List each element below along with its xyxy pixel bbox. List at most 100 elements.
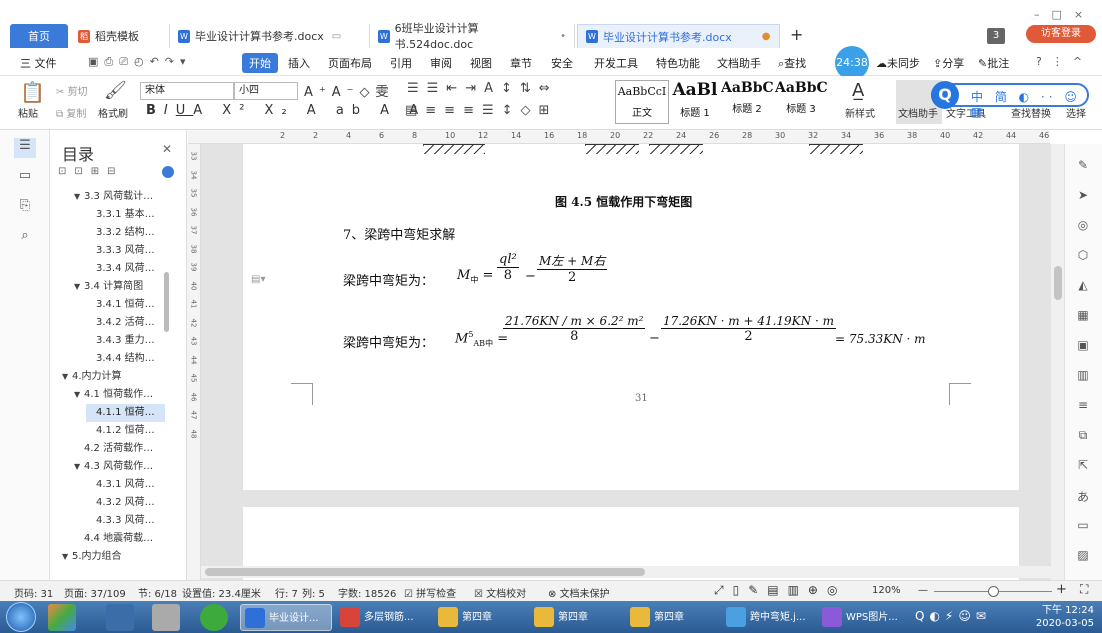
outline-item[interactable]: ▼ 4.内力计算	[62, 368, 165, 386]
close-icon[interactable]: •	[560, 31, 566, 42]
menu-shitu[interactable]: 视图	[470, 55, 492, 71]
menu-tese[interactable]: 特色功能	[656, 55, 700, 71]
outline-item[interactable]: 3.3.3 风荷…	[86, 242, 165, 260]
horizontal-scroll-thumb[interactable]	[205, 568, 645, 576]
status-words[interactable]: 字数: 18526	[338, 585, 396, 600]
file-menu[interactable]: 三 文件	[20, 55, 57, 71]
outline-toggle-icon[interactable]	[162, 166, 174, 178]
help-more-icons[interactable]: ?⋮^	[1036, 55, 1092, 68]
find-icon[interactable]: ⌕	[17, 228, 33, 244]
font-size-select[interactable]: 小四	[234, 82, 298, 100]
menu-kaifa[interactable]: 开发工具	[594, 55, 638, 71]
system-tray[interactable]: 下午 12:24 2020-03-05	[1036, 604, 1094, 630]
horizontal-ruler[interactable]: 2 2 4 6 8 10 12 14 16 18 20 22 24 26 28 30 32 34 36 38 40 42 4…	[188, 130, 1050, 144]
taskbar-item[interactable]: 毕业设计...	[240, 604, 332, 631]
shape-icon[interactable]: ⬡	[1075, 248, 1091, 264]
search-menu[interactable]: ⌕查找	[778, 55, 806, 71]
layers-icon[interactable]: ⧉	[1075, 428, 1091, 444]
outline-scrollbar[interactable]	[164, 272, 169, 332]
view-mode-icons[interactable]: ⤢▯✎▤▥⊕◎	[714, 583, 846, 598]
tab-doc-3-active[interactable]: W 毕业设计计算书参考.docx ●	[577, 24, 780, 48]
tab-doc-1[interactable]: W 毕业设计计算书参考.docx ▭	[170, 24, 370, 48]
export-icon[interactable]: ⇱	[1075, 458, 1091, 474]
vertical-scroll-thumb[interactable]	[1054, 266, 1062, 300]
quick-access-icons[interactable]: ▣⎙⎚◴↶↷▾	[88, 55, 192, 69]
outline-item[interactable]: 4.3.2 风荷…	[86, 494, 165, 512]
outline-item[interactable]: 4.1.1 恒荷…	[86, 404, 165, 422]
comment-menu[interactable]: ✎批注	[978, 55, 1009, 71]
outline-item[interactable]: ▼ 4.3 风荷载作…	[74, 458, 165, 476]
outline-item[interactable]: 4.3.3 风荷…	[86, 512, 165, 530]
expand-chevron-icon[interactable]: ▼	[74, 188, 84, 206]
close-icon[interactable]: ✕	[162, 142, 172, 156]
outline-item[interactable]: 3.3.4 风荷…	[86, 260, 165, 278]
calculator-pin-icon[interactable]	[152, 604, 180, 631]
explorer-pin-icon[interactable]	[106, 604, 134, 631]
cursor-icon[interactable]: ➤	[1075, 188, 1091, 204]
tray-icons[interactable]: Q◐⚡☺✉	[915, 609, 991, 623]
style-heading-3[interactable]: AaBbC 标题 3	[775, 80, 827, 124]
login-button[interactable]: 访客登录	[1026, 25, 1096, 43]
taskbar-item[interactable]: 第四章	[530, 604, 622, 631]
vertical-ruler[interactable]: 33 34 35 36 37 38 39 40 41 42 43 44 45 46 47 48	[187, 144, 201, 580]
document-area[interactable]: 图 4.5 恒载作用下弯矩图 7、梁跨中弯矩求解 梁跨中弯矩为： M中 = ql…	[201, 144, 1051, 580]
menu-yinyong[interactable]: 引用	[390, 55, 412, 71]
image-icon[interactable]: ▨	[1075, 548, 1091, 564]
share-menu[interactable]: ⇪分享	[933, 55, 964, 71]
zoom-in-icon[interactable]: +	[1056, 582, 1067, 597]
outline-item[interactable]: 3.4.4 结构…	[86, 350, 165, 368]
translate-icon[interactable]: あ	[1075, 488, 1091, 504]
new-tab-plus-icon[interactable]: +	[790, 25, 803, 44]
expand-chevron-icon[interactable]: ▼	[62, 548, 72, 566]
zoom-level[interactable]: 120%	[872, 585, 901, 596]
font-name-select[interactable]: 宋体	[140, 82, 234, 100]
style-normal[interactable]: AaBbCcI 正文	[615, 80, 669, 124]
menu-kaishi[interactable]: 开始	[242, 53, 278, 73]
expand-chevron-icon[interactable]: ▼	[74, 278, 84, 296]
grid-icon[interactable]: ▣	[1075, 338, 1091, 354]
zoom-out-icon[interactable]: —	[918, 585, 928, 596]
outline-item[interactable]: ▼ 5.内力组合	[62, 548, 165, 566]
new-style-icon[interactable]: A̲	[852, 80, 864, 101]
paste-icon[interactable]: 📋	[20, 80, 45, 104]
outline-item[interactable]: 3.4.1 恒荷…	[86, 296, 165, 314]
menu-zhangjie[interactable]: 章节	[510, 55, 532, 71]
copy-button[interactable]: ⧉ 复制	[56, 105, 86, 120]
close-icon[interactable]: ▭	[332, 31, 341, 42]
app-pin-icon[interactable]	[200, 604, 228, 631]
proofread-button[interactable]: ☒ 文档校对	[474, 585, 526, 600]
spell-check-button[interactable]: ☑ 拼写检查	[404, 585, 456, 600]
unsaved-dot-icon[interactable]: ●	[762, 31, 771, 42]
bookmark-icon[interactable]: ⎘	[17, 198, 33, 214]
taskbar-item[interactable]: 多层钢筋...	[336, 604, 428, 631]
outline-item[interactable]: 3.3.2 结构…	[86, 224, 165, 242]
start-button[interactable]	[6, 602, 36, 632]
outline-item[interactable]: 4.1.2 恒荷…	[86, 422, 165, 440]
font-format-icons[interactable]: BIUA X² X₂ A ab A A	[146, 103, 426, 118]
expand-chevron-icon[interactable]: ▼	[62, 368, 72, 386]
tab-home[interactable]: 首页	[10, 24, 68, 48]
box-icon[interactable]: ▭	[1075, 518, 1091, 534]
outline-item[interactable]: ▼ 4.1 恒荷载作…	[74, 386, 165, 404]
style-heading-1[interactable]: AaBl 标题 1	[670, 80, 720, 124]
style-heading-2[interactable]: AaBbC 标题 2	[721, 80, 773, 124]
chart-icon[interactable]: ▥	[1075, 368, 1091, 384]
menu-shenyue[interactable]: 审阅	[430, 55, 452, 71]
outline-tool-icons[interactable]: ⊡⊡⊞⊟	[58, 166, 124, 177]
cut-button[interactable]: ✂ 剪切	[56, 83, 88, 98]
sync-menu[interactable]: ☁未同步	[876, 55, 920, 71]
outline-item[interactable]: 4.2 活荷载作…	[74, 440, 165, 458]
outline-item[interactable]: ▼ 3.4 计算简图	[74, 278, 165, 296]
taskbar-item[interactable]: WPS图片...	[818, 604, 910, 631]
zoom-slider-knob[interactable]	[988, 586, 999, 597]
expand-chevron-icon[interactable]: ▼	[74, 458, 84, 476]
font-grow-shrink-icons[interactable]: A⁺A⁻◇雯	[304, 81, 395, 100]
new-style-button[interactable]: 新样式	[845, 105, 875, 120]
format-painter-icon[interactable]: 🖌	[104, 80, 127, 101]
ime-toolbar[interactable]: Q 中 简 ◐ ·· ☺ ▦	[931, 81, 1089, 119]
ime-options[interactable]: 中 简 ◐ ·· ☺ ▦	[971, 88, 1087, 119]
expand-chevron-icon[interactable]: ▼	[74, 386, 84, 404]
menu-yemian[interactable]: 页面布局	[328, 55, 372, 71]
fullscreen-icon[interactable]: ⛶	[1080, 582, 1088, 597]
menu-charu[interactable]: 插入	[288, 55, 310, 71]
